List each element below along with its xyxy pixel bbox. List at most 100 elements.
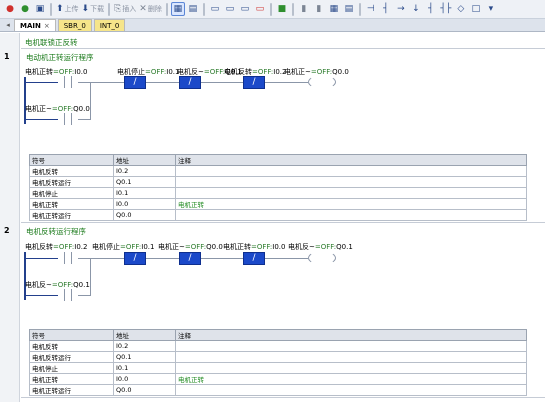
insert-down-icon[interactable]: ↓ — [409, 2, 423, 16]
rung-wire — [201, 82, 243, 83]
tab-int0[interactable]: INT_0 — [93, 19, 126, 31]
tab-main[interactable]: MAIN × — [14, 19, 56, 31]
table-row: 电机正转 I0.0 电机正转 — [29, 373, 527, 385]
lock-icon[interactable]: ▮ — [297, 2, 311, 16]
status-chart-icon[interactable]: ▤ — [186, 2, 200, 16]
output-coil[interactable] — [308, 251, 336, 265]
branch-wire — [78, 119, 90, 120]
grid-icon[interactable]: ▦ — [327, 2, 341, 16]
compile-icon[interactable]: ■ — [275, 2, 289, 16]
branch-no-contact[interactable] — [58, 289, 78, 301]
column-header-address: 地址 — [113, 154, 176, 166]
network-number: 2 — [4, 226, 10, 235]
table-row: 电机反转 I0.2 — [29, 340, 527, 352]
nc-contact-4[interactable]: / — [243, 252, 265, 265]
nc-contact-3[interactable]: / — [179, 252, 201, 265]
toolbar-divider — [50, 2, 52, 16]
stop-icon[interactable]: ● — [3, 2, 17, 16]
program-comment[interactable]: 电机联锁正反转 — [25, 37, 78, 48]
contact-icon[interactable]: ┤├ — [439, 2, 453, 16]
upload-button[interactable]: ⬆ 上传 — [55, 2, 80, 16]
more-icon[interactable]: ▾ — [484, 2, 498, 16]
contact-2-label: 电机停止=OFF:I0.1 — [92, 243, 155, 251]
branch-wire — [78, 295, 90, 296]
tab-main-label: MAIN — [20, 21, 41, 30]
download-button[interactable]: ⬇ 下载 — [81, 2, 106, 16]
insert-contact-icon[interactable]: ┤ — [379, 2, 393, 16]
no-contact-1[interactable] — [58, 76, 78, 88]
table-row: 电机停止 I0.1 — [29, 187, 527, 199]
tab-sbr0-label: SBR_0 — [63, 21, 86, 30]
column-header-address: 地址 — [113, 329, 176, 341]
tab-int0-label: INT_0 — [99, 21, 120, 30]
insert-line-icon[interactable]: → — [394, 2, 408, 16]
toolbar-divider — [269, 2, 272, 16]
run-icon[interactable]: ● — [18, 2, 32, 16]
open-icon[interactable]: ▭ — [223, 2, 237, 16]
delete-button[interactable]: ✕ 删除 — [138, 2, 163, 16]
symbol-table: 符号 地址 注释 电机反转 I0.2 电机反转运行 Q0.1 电机停止 I0.1 电机… — [29, 154, 527, 221]
rung-wire — [78, 82, 124, 83]
table-icon[interactable]: ▤ — [342, 2, 356, 16]
table-row: 电机反转运行 Q0.1 — [29, 176, 527, 188]
nc-contact-2[interactable]: / — [124, 76, 146, 89]
ladder-editor[interactable]: 电机联锁正反转 1 电动机正转运行程序 电机正转=OFF:I0.0 电机停止=O… — [0, 33, 545, 402]
nc-contact-4[interactable]: / — [243, 76, 265, 89]
network-title[interactable]: 电动机正转运行程序 — [26, 52, 94, 63]
lock2-icon[interactable]: ▮ — [312, 2, 326, 16]
toolbar-divider — [202, 2, 205, 16]
rung-wire — [265, 258, 308, 259]
contact-1-label: 电机正转=OFF:I0.0 — [25, 68, 88, 76]
tab-sbr0[interactable]: SBR_0 — [57, 19, 92, 31]
toolbar-divider — [108, 2, 111, 16]
rung-wire — [146, 82, 179, 83]
insert-icon: ⎘ — [114, 4, 122, 14]
tab-scroll-left-icon[interactable]: ◂ — [2, 19, 14, 31]
rung-wire — [26, 82, 58, 83]
network-gutter — [0, 33, 20, 402]
table-row: 电机停止 I0.1 — [29, 362, 527, 374]
contact-3-label: 电机正~=OFF:Q0.0 — [158, 243, 223, 251]
rung-wire — [26, 258, 58, 259]
output-coil[interactable] — [308, 75, 336, 89]
symbol-table: 符号 地址 注释 电机反转 I0.2 电机反转运行 Q0.1 电机停止 I0.1 电机… — [29, 329, 527, 396]
tab-bar: ◂ MAIN × SBR_0 INT_0 — [0, 19, 545, 32]
delete-icon: ✕ — [139, 4, 147, 14]
table-row: 电机正转运行 Q0.0 — [29, 209, 527, 221]
toolbar-divider — [358, 2, 361, 16]
insert-vline-icon[interactable]: ┤ — [424, 2, 438, 16]
rung-wire — [146, 258, 179, 259]
coil-icon[interactable]: ◇ — [454, 2, 468, 16]
rung-wire — [265, 82, 308, 83]
table-row: 电机正转运行 Q0.0 — [29, 384, 527, 396]
box-icon[interactable]: □ — [469, 2, 483, 16]
power-rail — [24, 252, 26, 300]
nc-contact-2[interactable]: / — [124, 252, 146, 265]
close-icon[interactable]: × — [44, 22, 50, 30]
branch-wire — [26, 295, 58, 296]
close-doc-icon[interactable]: ▭ — [253, 2, 267, 16]
column-header-symbol: 符号 — [29, 154, 114, 166]
ladder-content: 电机联锁正反转 1 电动机正转运行程序 电机正转=OFF:I0.0 电机停止=O… — [4, 33, 545, 402]
monitor-icon[interactable]: ▦ — [170, 2, 185, 16]
new-icon[interactable]: ▭ — [208, 2, 222, 16]
network-number: 1 — [4, 52, 10, 61]
rung-wire — [78, 258, 124, 259]
upload-arrow-icon: ⬆ — [56, 4, 64, 14]
network-title[interactable]: 电机反转运行程序 — [26, 226, 86, 237]
rung-wire — [201, 258, 243, 259]
branch-no-contact[interactable] — [58, 113, 78, 125]
branch-vertical-wire — [90, 82, 91, 120]
nc-contact-3[interactable]: / — [179, 76, 201, 89]
toolbar-divider — [165, 2, 168, 16]
branch-vertical-wire — [90, 258, 91, 296]
save-icon[interactable]: ▭ — [238, 2, 252, 16]
contact-4-label: 电机正转=OFF:I0.0 — [223, 243, 286, 251]
download-icon[interactable]: ▣ — [33, 2, 47, 16]
divider — [21, 48, 545, 49]
contact-1-label: 电机反转=OFF:I0.2 — [25, 243, 88, 251]
no-contact-1[interactable] — [58, 252, 78, 264]
branch-wire — [26, 119, 58, 120]
insert-button[interactable]: ⎘ 插入 — [113, 2, 137, 16]
insert-branch-icon[interactable]: ⊣ — [364, 2, 378, 16]
